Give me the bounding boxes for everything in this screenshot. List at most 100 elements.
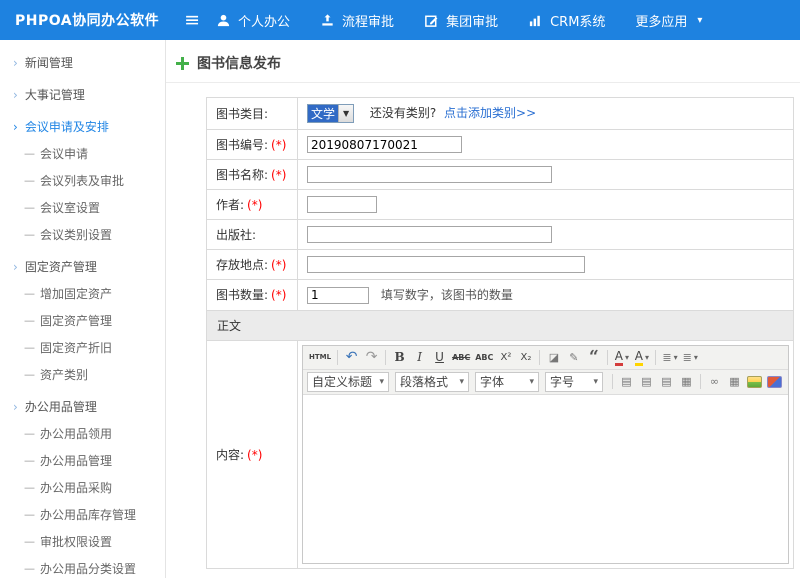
italic-button[interactable]: I: [410, 348, 429, 367]
dash-icon: —: [24, 287, 35, 300]
sidebar-item[interactable]: —办公用品管理: [0, 447, 165, 474]
workflow-icon: [320, 13, 335, 28]
sidebar-item[interactable]: —固定资产管理: [0, 307, 165, 334]
sidebar-item[interactable]: —会议列表及审批: [0, 167, 165, 194]
dash-icon: —: [24, 228, 35, 241]
sidebar-item-label: 办公用品采购: [40, 479, 112, 496]
book-name-input[interactable]: [307, 166, 552, 183]
required-mark: (*): [271, 138, 286, 152]
align-justify-button[interactable]: ▦: [677, 372, 696, 391]
sidebar-item[interactable]: — 办公用品采购: [0, 474, 165, 501]
dash-icon: —: [24, 427, 35, 440]
nav-workflow-approval[interactable]: 流程审批: [320, 11, 394, 30]
category-label-cell: 图书类目:: [207, 98, 298, 130]
field-label: 出版社:: [216, 228, 256, 242]
paragraph-format-select[interactable]: 段落格式▾: [395, 372, 469, 392]
sidebar-group-memorabilia[interactable]: ›大事记管理: [0, 81, 165, 108]
sidebar-group-meetings[interactable]: ›会议申请及安排: [0, 113, 165, 140]
link-button[interactable]: ∞: [705, 372, 724, 391]
person-icon: [216, 13, 231, 28]
author-input[interactable]: [307, 196, 377, 213]
superscript-button[interactable]: X²: [496, 348, 515, 367]
publisher-input[interactable]: [307, 226, 552, 243]
sidebar-item-label: 增加固定资产: [40, 285, 112, 302]
nav-label: 个人办公: [238, 11, 290, 30]
font-family-select[interactable]: 字体▾: [475, 372, 539, 392]
font-size-select[interactable]: 字号▾: [545, 372, 603, 392]
sidebar-item[interactable]: —固定资产折旧: [0, 334, 165, 361]
format-brush-button[interactable]: ✎: [564, 348, 583, 367]
editor-content-area[interactable]: [303, 395, 788, 563]
redo-button[interactable]: ↷: [362, 348, 381, 367]
bold-button[interactable]: B: [390, 348, 409, 367]
dash-icon: —: [24, 368, 35, 381]
sidebar-item-label: 固定资产折旧: [40, 339, 112, 356]
subscript-button[interactable]: X₂: [516, 348, 535, 367]
category-select[interactable]: 文学 ▼: [307, 104, 354, 123]
strikethrough-button[interactable]: ABC: [450, 348, 472, 367]
table-button[interactable]: ▦: [725, 372, 744, 391]
dash-icon: —: [24, 562, 35, 575]
sidebar-item-label: 资产类别: [40, 366, 88, 383]
html-source-button[interactable]: HTML: [307, 348, 333, 367]
book-number-input[interactable]: [307, 136, 462, 153]
sidebar-item-label: 会议室设置: [40, 199, 100, 216]
sidebar-item[interactable]: — 增加固定资产: [0, 280, 165, 307]
spellcheck-button[interactable]: ABC: [473, 348, 495, 367]
insert-image-button[interactable]: [747, 376, 762, 388]
nav-crm-system[interactable]: CRM系统: [528, 11, 605, 30]
select-label: 字号: [550, 373, 574, 390]
sidebar-item[interactable]: —会议类别设置: [0, 221, 165, 248]
sidebar-group-label: 新闻管理: [25, 54, 73, 71]
dash-icon: —: [24, 481, 35, 494]
sidebar-item[interactable]: —办公用品分类设置: [0, 555, 165, 578]
quantity-input[interactable]: [307, 287, 369, 304]
align-center-button[interactable]: ▤: [637, 372, 656, 391]
font-color-button[interactable]: A▾: [612, 348, 631, 367]
dash-icon: —: [24, 535, 35, 548]
toolbar-separator: [385, 350, 386, 365]
location-input[interactable]: [307, 256, 585, 273]
sidebar-group-news[interactable]: ›新闻管理: [0, 49, 165, 76]
main-layout: ›新闻管理 ›大事记管理 ›会议申请及安排 —会议申请 —会议列表及审批 —会议…: [0, 40, 800, 578]
unordered-list-button[interactable]: ≣▾: [660, 348, 679, 367]
remove-format-button[interactable]: ◪: [544, 348, 563, 367]
custom-title-select[interactable]: 自定义标题▾: [307, 372, 389, 392]
toolbar-separator: [607, 350, 608, 365]
sidebar-item[interactable]: —办公用品库存管理: [0, 501, 165, 528]
highlight-color-button[interactable]: A▾: [632, 348, 651, 367]
nav-group-approval[interactable]: 集团审批: [424, 11, 498, 30]
field-label: 图书编号:: [216, 138, 268, 152]
hamburger-menu-icon[interactable]: ≡: [184, 11, 200, 30]
indent-button[interactable]: ≣▾: [681, 348, 700, 367]
dropdown-caret-icon: ▾: [694, 349, 698, 366]
blockquote-button[interactable]: “: [584, 348, 603, 367]
undo-button[interactable]: ↶: [342, 348, 361, 367]
chevron-right-icon: ›: [13, 260, 18, 274]
insert-media-button[interactable]: [767, 376, 782, 388]
nav-personal-office[interactable]: 个人办公: [216, 11, 290, 30]
highlight-color-glyph: A: [635, 351, 643, 366]
required-mark: (*): [247, 448, 262, 462]
sidebar-group-fixed-assets[interactable]: ›固定资产管理: [0, 253, 165, 280]
align-right-button[interactable]: ▤: [657, 372, 676, 391]
sidebar-group-office-supplies[interactable]: ›办公用品管理: [0, 393, 165, 420]
field-label: 图书数量:: [216, 288, 268, 302]
sidebar-item[interactable]: —审批权限设置: [0, 528, 165, 555]
select-arrow-icon: ▼: [338, 105, 353, 122]
sidebar-item[interactable]: —会议申请: [0, 140, 165, 167]
align-left-button[interactable]: ▤: [617, 372, 636, 391]
dash-icon: —: [24, 201, 35, 214]
app-window: PHPOA协同办公软件 ≡ 个人办公 流程审批 集团审批: [0, 0, 800, 578]
nav-more-apps[interactable]: 更多应用 ▾: [635, 11, 702, 30]
underline-button[interactable]: U: [430, 348, 449, 367]
add-category-link[interactable]: 点击添加类别>>: [444, 106, 536, 120]
sidebar-item[interactable]: — 会议室设置: [0, 194, 165, 221]
dash-icon: —: [24, 454, 35, 467]
sidebar-item[interactable]: — 资产类别: [0, 361, 165, 388]
sidebar-group-label: 大事记管理: [25, 86, 85, 103]
sidebar-item[interactable]: —办公用品领用: [0, 420, 165, 447]
dropdown-caret-icon: ▾: [459, 377, 464, 387]
chevron-right-icon: ›: [13, 120, 18, 134]
quantity-hint: 填写数字，该图书的数量: [381, 288, 513, 302]
